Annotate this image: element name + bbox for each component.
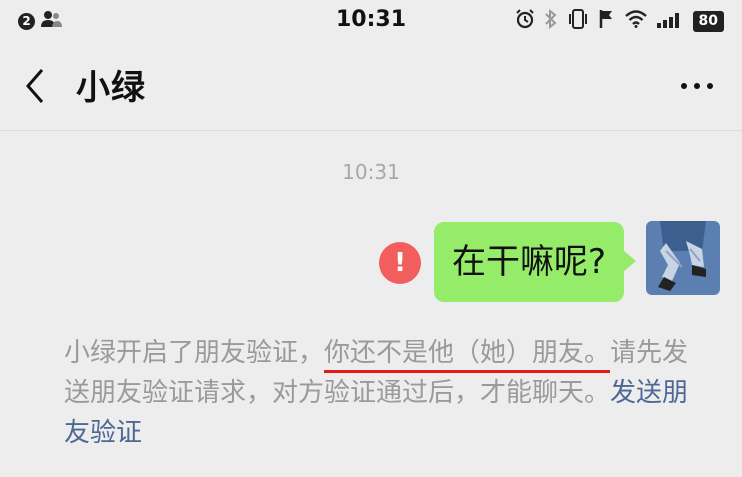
signal-icon [656,9,684,33]
avatar-image [646,221,720,295]
message-text: 在干嘛呢? [452,242,607,282]
avatar[interactable] [646,221,720,295]
status-bar-right: 80 [515,8,724,33]
more-horizontal-icon [681,83,713,89]
system-message-part1: 小绿开启了朋友验证， [64,338,325,368]
bluetooth-icon [544,8,558,33]
alarm-icon [515,9,535,33]
more-button[interactable] [672,66,722,106]
wifi-icon [624,10,647,32]
system-message: 小绿开启了朋友验证，你还不是他（她）朋友。请先发送朋友验证请求，对方验证通过后，… [64,333,704,453]
vibrate-icon [567,9,589,33]
send-failed-icon[interactable]: ! [379,242,421,284]
flag-icon [598,9,616,33]
system-message-highlight: 你还不是他（她）朋友。 [324,338,611,368]
status-bar: 2 10:31 80 [0,0,742,42]
message-bubble[interactable]: 在干嘛呢? [434,222,636,302]
chat-header: 小绿 [0,42,742,131]
message-timestamp: 10:31 [342,160,400,184]
chat-title: 小绿 [76,68,146,108]
back-button[interactable] [20,64,54,108]
chevron-left-icon [26,69,44,103]
battery-indicator: 80 [692,10,724,32]
